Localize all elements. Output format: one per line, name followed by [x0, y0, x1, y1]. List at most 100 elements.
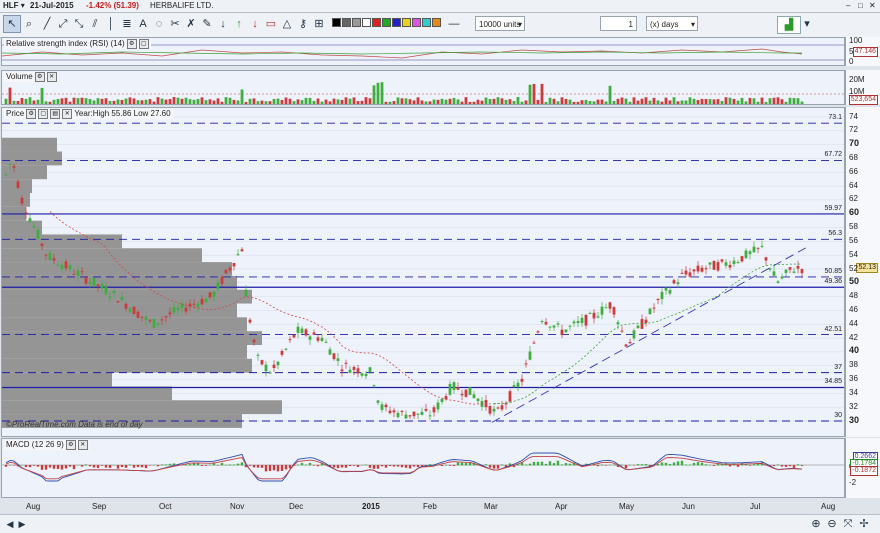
price-tick: 72: [849, 125, 858, 135]
interval-input[interactable]: 1: [600, 16, 637, 31]
lock-icon[interactable]: ⚷: [295, 16, 311, 32]
price-tick: 62: [849, 194, 858, 204]
eraser-icon[interactable]: ✗: [183, 16, 199, 32]
volume-axis: 20M 10M 523,654: [845, 70, 880, 105]
measure-icon[interactable]: ⊞: [311, 16, 327, 32]
window-icon[interactable]: ▢: [38, 109, 49, 119]
color-swatch-magenta[interactable]: [412, 18, 421, 27]
macd-chart: [2, 452, 844, 482]
window-icon[interactable]: ▢: [138, 39, 149, 49]
level-label: 37: [834, 363, 842, 371]
zoom-out-icon[interactable]: ⊖: [824, 516, 840, 532]
text-icon[interactable]: A: [135, 16, 151, 32]
rsi-tick: 0: [849, 57, 854, 66]
close-icon[interactable]: ✕: [869, 1, 876, 11]
color-swatch-orange[interactable]: [432, 18, 441, 27]
zoom-in-icon[interactable]: ⊕: [808, 516, 824, 532]
channel-icon[interactable]: ⤡: [71, 16, 87, 32]
price-tick: 66: [849, 166, 858, 176]
rsi-tick: 100: [849, 36, 863, 45]
level-label: 42.51: [824, 325, 842, 333]
data-credit: ©ProRealTime.com Data is end of day: [6, 420, 143, 429]
price-tick: 40: [849, 345, 860, 356]
arrow-down-red-icon[interactable]: ↓: [247, 16, 263, 32]
minimize-icon[interactable]: –: [846, 1, 850, 11]
arrow-down-icon[interactable]: ↓: [215, 16, 231, 32]
symbol-dropdown[interactable]: HLF ▾: [3, 1, 25, 11]
price-tick: 48: [849, 291, 858, 301]
month-label: Mar: [484, 502, 498, 511]
level-label: 30: [834, 412, 842, 419]
quote-date: 21-Jul-2015: [30, 1, 74, 10]
price-tick: 32: [849, 401, 858, 411]
rsi-value-tag: 47.146: [852, 47, 878, 57]
settings-icon[interactable]: ⚙: [65, 440, 76, 450]
month-label: Dec: [289, 502, 304, 511]
color-swatch-yellow[interactable]: [402, 18, 411, 27]
close-panel-icon[interactable]: ✕: [46, 72, 57, 82]
macd-tick: -2: [849, 478, 857, 487]
price-tick: 64: [849, 180, 858, 190]
instrument-name: HERBALIFE LTD.: [150, 1, 214, 10]
level-label: 56.3: [828, 230, 842, 238]
price-tick: 60: [849, 207, 860, 218]
volume-title: Volume ⚙ ✕: [4, 72, 59, 82]
price-tick: 68: [849, 152, 858, 162]
crosshair-icon[interactable]: ✢: [856, 516, 872, 532]
price-tick: 46: [849, 304, 858, 314]
color-swatch-red[interactable]: [372, 18, 381, 27]
price-tick: 54: [849, 249, 858, 259]
color-swatch-black[interactable]: [332, 18, 341, 27]
settings-icon[interactable]: ⚙: [126, 39, 137, 49]
price-tick: 70: [849, 138, 860, 149]
pointer-icon[interactable]: ↖: [3, 15, 21, 33]
rectangle-icon[interactable]: ▭: [263, 16, 279, 32]
chart-type-dropdown-icon[interactable]: ▾: [799, 16, 815, 32]
ray-icon[interactable]: ⤢: [55, 16, 71, 32]
month-label: Apr: [555, 502, 568, 511]
month-label: Jul: [750, 502, 761, 511]
price-tick: 58: [849, 222, 858, 232]
maximize-icon[interactable]: □: [858, 1, 863, 11]
price-tick: 42: [849, 332, 858, 342]
scroll-right-icon[interactable]: ▶: [14, 516, 30, 532]
chart-type-icon[interactable]: ▟: [777, 16, 801, 34]
settings-icon[interactable]: ⚙: [26, 109, 37, 119]
line-style-icon[interactable]: ―: [446, 16, 462, 32]
arrow-up-icon[interactable]: ↑: [231, 16, 247, 32]
color-swatch-blue[interactable]: [392, 18, 401, 27]
tools-icon[interactable]: ✂: [167, 16, 183, 32]
note-icon[interactable]: ✎: [199, 16, 215, 32]
macd-axis: 0 -2 0.2662 -0.1784 -0.1872: [845, 438, 880, 498]
parallel-icon[interactable]: ⫽: [87, 16, 103, 32]
zoom-icon[interactable]: ⌕: [21, 16, 37, 32]
quote-change: -1.42% (51.39): [86, 1, 139, 10]
macd-histogram-tag: -0.1872: [850, 466, 878, 476]
color-swatch-white[interactable]: [362, 18, 371, 27]
level-label: 73.1: [828, 114, 842, 122]
price-tick: 44: [849, 318, 858, 328]
interval-unit-select[interactable]: (x) days ▾: [646, 16, 698, 31]
ellipse-icon[interactable]: ◌: [151, 16, 167, 32]
month-label: Feb: [423, 502, 437, 511]
volume-chart: [2, 82, 844, 104]
color-swatch-green[interactable]: [382, 18, 391, 27]
color-swatch-gray[interactable]: [342, 18, 351, 27]
navigation-bar: ◀ ▶ ⊕ ⊖ ⤧ ✢: [0, 514, 880, 533]
vertical-line-icon[interactable]: │: [103, 16, 119, 32]
close-panel-icon[interactable]: ✕: [77, 440, 88, 450]
fibonacci-icon[interactable]: ≣: [119, 16, 135, 32]
trendline-icon[interactable]: ╱: [39, 16, 55, 32]
close-panel-icon[interactable]: ✕: [62, 109, 73, 119]
month-label: Aug: [26, 502, 41, 511]
price-tick: 38: [849, 360, 858, 370]
month-label: Aug: [821, 502, 836, 511]
fill-icon[interactable]: ▤: [50, 109, 61, 119]
fit-icon[interactable]: ⤧: [840, 516, 856, 532]
units-select[interactable]: 10000 units ▾: [475, 16, 525, 31]
alert-icon[interactable]: △: [279, 16, 295, 32]
color-swatch-lightgray[interactable]: [352, 18, 361, 27]
color-swatch-cyan[interactable]: [422, 18, 431, 27]
settings-icon[interactable]: ⚙: [34, 72, 45, 82]
level-label: 34.85: [824, 378, 842, 386]
